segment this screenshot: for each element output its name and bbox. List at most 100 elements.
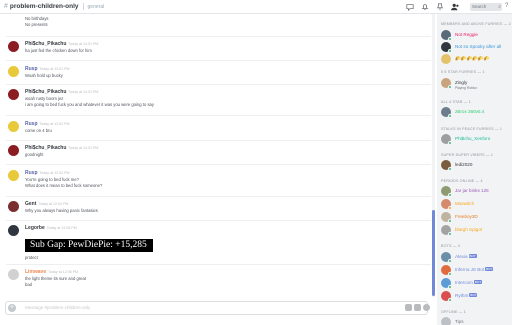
notification-bell-icon[interactable]	[421, 2, 429, 11]
status-online-icon	[448, 259, 452, 263]
member-item[interactable]: blargh Spigot	[441, 225, 512, 236]
message-composer[interactable]: + Message #problem-children-only	[5, 301, 430, 315]
member-item[interactable]: Zingly Playing Roblox	[441, 78, 512, 90]
author-name: Limwave	[25, 269, 47, 275]
role-header: MEMBERS AND ABOVE FURRIES — 2	[441, 22, 511, 26]
author-name: Gent	[25, 201, 37, 207]
scrollbar-thumb[interactable]	[432, 210, 435, 296]
image-embed[interactable]: Sub Gap: PewDiePie: +15,285	[25, 239, 153, 252]
chat-scrollbar[interactable]	[432, 14, 435, 297]
status-idle-icon	[448, 206, 452, 210]
message-author[interactable]: Rusp Today at 12:03 PM	[25, 170, 69, 176]
author-name: Rusp	[25, 121, 38, 127]
role-header: STALKS IN PEACE FURRIES — 1	[441, 127, 503, 131]
avatar[interactable]	[8, 225, 19, 236]
member-name: Tips	[455, 319, 464, 324]
avatar[interactable]	[8, 201, 19, 212]
message-timestamp: Today at 12:02 PM	[68, 146, 99, 150]
message-timestamp: Today at 12:04 PM	[38, 202, 69, 206]
avatar[interactable]	[8, 269, 19, 280]
member-list[interactable]: MEMBERS AND ABOVE FURRIES — 2 Not Reggie…	[437, 14, 512, 325]
message-author[interactable]: Phi$chu_Pikachu Today at 12:02 PM	[25, 89, 98, 95]
avatar[interactable]	[8, 41, 19, 52]
status-online-icon	[448, 219, 452, 223]
threads-icon[interactable]	[406, 2, 414, 11]
search-input[interactable]: Search ⌕	[470, 3, 502, 11]
channel-name: problem-children-only	[9, 3, 79, 10]
emoji-icon[interactable]	[423, 304, 430, 311]
member-item[interactable]: zBrox 360v5.4	[441, 107, 512, 118]
avatar[interactable]	[8, 89, 19, 100]
member-name: Intercom BOT	[455, 280, 483, 285]
message-author[interactable]: Gent Today at 12:04 PM	[25, 201, 68, 207]
message-text: No presents	[25, 22, 48, 27]
member-name: Freeboy3D	[455, 214, 478, 219]
message-author[interactable]: Rusp Today at 12:02 PM	[25, 121, 69, 127]
message-author[interactable]: Phi$chu_Pikachu Today at 12:01 PM	[25, 41, 98, 47]
avatar	[441, 317, 451, 325]
role-header: PERIODS ONLINE — 4	[441, 179, 483, 183]
member-item[interactable]: Freeboy3D	[441, 212, 512, 223]
status-online-icon	[448, 37, 452, 41]
help-icon[interactable]: ?	[505, 3, 511, 11]
message-list[interactable]: No birthdays No presents Phi$chu_Pikachu…	[0, 14, 433, 297]
member-item[interactable]: Rythm BOT	[441, 291, 512, 302]
member-item[interactable]: Intercom BOT	[441, 278, 512, 289]
member-name: 🌮🌮🌮🌮🌮🌮	[455, 56, 490, 61]
author-name: Legorbe	[25, 225, 45, 231]
member-name: Not so Spooky after all	[455, 44, 502, 49]
member-list-icon[interactable]	[451, 2, 459, 11]
member-name: ledi2020	[455, 162, 473, 167]
message-input[interactable]: Message #problem-children-only	[25, 305, 90, 310]
author-name: Rusp	[25, 66, 38, 72]
avatar[interactable]	[8, 121, 19, 132]
message-text: i am going to bed fuck you and whatever …	[25, 102, 154, 107]
member-item[interactable]: Inferno.JS Bot BOT	[441, 265, 512, 276]
message-timestamp: Today at 12:01 PM	[68, 42, 99, 46]
member-name: Jar jar binks 125	[455, 188, 489, 193]
message-text: You're going to bed fuck me?	[25, 177, 79, 182]
status-online-icon	[448, 114, 452, 118]
message-timestamp: Today at 12:05 PM	[46, 226, 77, 230]
avatar[interactable]	[8, 170, 19, 181]
member-name-text: Alexia	[455, 254, 468, 259]
member-item[interactable]: Not so Spooky after all	[441, 42, 512, 53]
member-item[interactable]: Tips	[441, 317, 512, 325]
member-item[interactable]: Alexia BOT	[441, 252, 512, 263]
member-name-text: Intercom	[455, 280, 473, 285]
member-item[interactable]: 🌮🌮🌮🌮🌮🌮	[441, 54, 512, 65]
message-text: What does it mean to bed fuck someone?	[25, 183, 103, 188]
avatar[interactable]	[8, 66, 19, 77]
member-name: blargh Spigot	[455, 227, 483, 232]
upload-plus-icon[interactable]: +	[8, 304, 16, 312]
message-author[interactable]: Limwave Today at 12:06 PM	[25, 269, 78, 275]
member-name: Not Reggie	[455, 32, 478, 37]
message-text: come on 4 bru	[25, 128, 52, 133]
role-header: 5 5 STAR FURRIES — 1	[441, 70, 485, 74]
pinned-messages-icon[interactable]	[436, 2, 444, 11]
header-divider	[82, 3, 84, 10]
gift-icon[interactable]	[405, 304, 412, 311]
member-item[interactable]: Not Reggie	[441, 30, 512, 41]
member-name: zBrox 360v5.4	[455, 109, 485, 114]
member-activity: Playing Roblox	[455, 86, 477, 90]
message-timestamp: Today at 12:06 PM	[48, 270, 79, 274]
bot-badge: BOT	[473, 280, 483, 284]
message-text: protect	[25, 255, 38, 260]
member-item[interactable]: Maxwitch	[441, 199, 512, 210]
member-item[interactable]: ledi2020	[441, 160, 512, 171]
avatar[interactable]	[8, 145, 19, 156]
message-divider	[6, 220, 431, 221]
message-author[interactable]: Legorbe Today at 12:05 PM	[25, 225, 77, 231]
message-divider	[6, 84, 431, 85]
member-item[interactable]: Jar jar binks 125	[441, 186, 512, 197]
member-name: Alexia BOT	[455, 254, 477, 259]
member-item[interactable]: Phi$chu_Xenforo	[441, 134, 512, 145]
message-text: woah rusty boom jez	[25, 96, 64, 101]
member-name-text: Inferno.JS Bot	[455, 267, 485, 272]
message-author[interactable]: Rusp Today at 12:01 PM	[25, 66, 69, 72]
message-text: bad	[25, 282, 32, 287]
status-online-icon	[448, 49, 452, 53]
message-author[interactable]: Phi$chu_Pikachu Today at 12:02 PM	[25, 145, 98, 151]
gif-icon[interactable]	[414, 304, 421, 311]
